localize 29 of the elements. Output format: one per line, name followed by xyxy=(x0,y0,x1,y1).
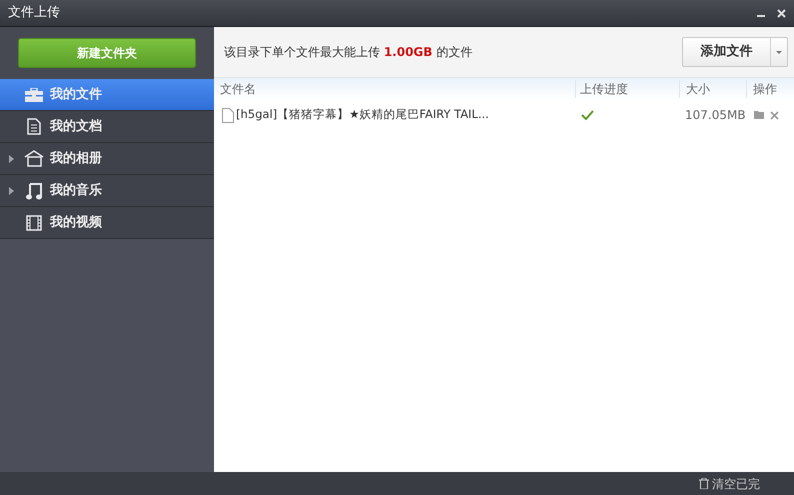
trash-icon xyxy=(699,478,709,489)
column-header: 大小 xyxy=(679,80,746,98)
sidebar-item[interactable]: 我的音乐 xyxy=(0,175,214,207)
column-header: 文件名 xyxy=(219,81,257,98)
album-icon xyxy=(24,150,44,167)
sidebar-label: 我的相册 xyxy=(50,150,102,168)
column-header: 操作 xyxy=(746,80,794,98)
caret-icon xyxy=(776,50,782,54)
sidebar-label: 我的文档 xyxy=(50,118,102,136)
sidebar-label: 我的音乐 xyxy=(50,182,102,200)
file-size: 107.05MB xyxy=(684,107,746,124)
clear-completed-button[interactable]: 清空已完 xyxy=(699,474,760,492)
film-icon xyxy=(26,214,42,230)
file-name: [h5gal]【猪猪字幕】★妖精的尾巴FAIRY TAIL... xyxy=(236,106,489,124)
column-header: 上传进度 xyxy=(575,80,679,98)
sidebar-item[interactable]: 我的文档 xyxy=(0,111,214,143)
music-note-icon xyxy=(26,182,42,200)
sidebar-item[interactable]: 我的相册 xyxy=(0,143,214,175)
file-icon xyxy=(222,108,234,122)
expand-arrow-icon[interactable] xyxy=(8,154,14,162)
upload-limit-notice: 该目录下单个文件最大能上传 1.00GB 的文件 xyxy=(224,44,472,61)
briefcase-icon xyxy=(25,88,43,102)
folder-icon[interactable] xyxy=(754,111,764,119)
expand-arrow-icon[interactable] xyxy=(8,186,14,194)
sidebar-label: 我的文件 xyxy=(50,86,102,104)
document-icon xyxy=(27,118,41,135)
sidebar-item[interactable]: 我的视频 xyxy=(0,207,214,239)
sidebar-label: 我的视频 xyxy=(50,214,102,232)
window-title: 文件上传 xyxy=(8,4,60,22)
